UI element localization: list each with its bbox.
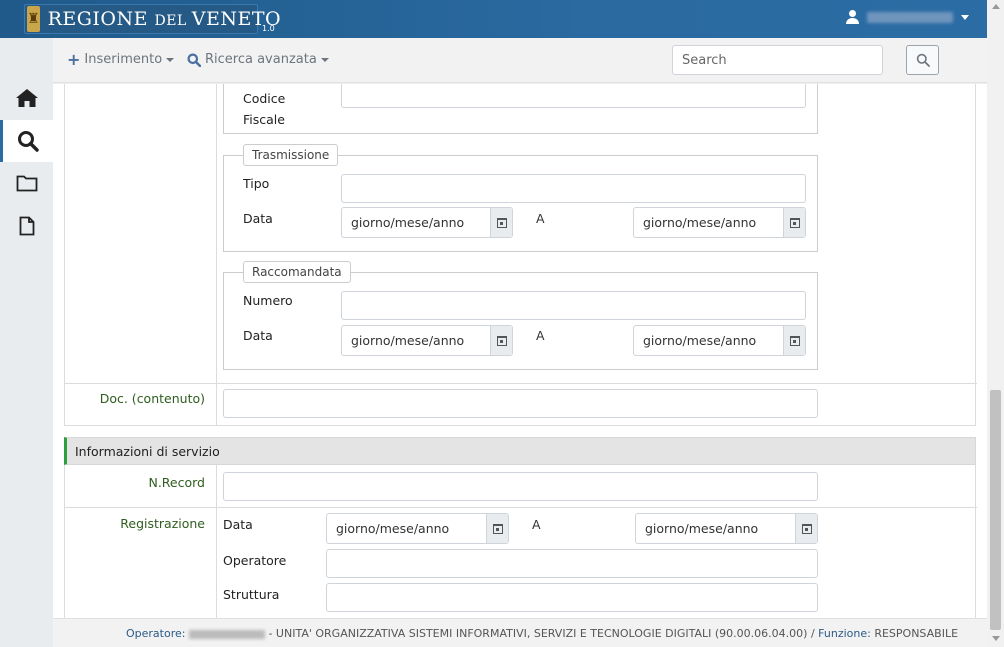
main-content: Codice Fiscale Trasmissione Tipo Data gi… — [53, 84, 987, 618]
user-icon — [846, 10, 859, 24]
scrollbar-thumb[interactable] — [990, 390, 1001, 630]
trasmissione-legend: Trasmissione — [243, 144, 339, 166]
sidebar — [0, 38, 53, 647]
search-form-panel: Codice Fiscale Trasmissione Tipo Data gi… — [64, 84, 977, 426]
search-icon — [187, 53, 201, 67]
brand-logo[interactable]: ♜ REGIONE DEL VENETO — [24, 4, 281, 34]
calendar-button[interactable] — [486, 514, 508, 543]
tipo-label: Tipo — [243, 176, 270, 191]
folder-icon — [16, 175, 37, 192]
footer-operatore-redacted — [188, 629, 265, 639]
registrazione-date-to[interactable]: giorno/mese/anno — [635, 513, 818, 544]
registrazione-data-label: Data — [223, 517, 253, 532]
scroll-down-arrow-icon[interactable] — [992, 636, 1000, 641]
footer-operatore-key: Operatore: — [126, 627, 186, 640]
trasmissione-date-from[interactable]: giorno/mese/anno — [341, 207, 513, 238]
calendar-button[interactable] — [490, 326, 512, 355]
struttura-label: Struttura — [223, 587, 280, 602]
advanced-search-dropdown[interactable]: Ricerca avanzata — [187, 52, 329, 67]
calendar-icon — [496, 217, 507, 228]
scroll-up-arrow-icon[interactable] — [992, 4, 1000, 9]
data-label: Data — [243, 328, 273, 343]
chevron-down-icon — [166, 57, 175, 62]
calendar-icon — [789, 217, 800, 228]
codice-fiscale-group: Codice Fiscale — [223, 84, 818, 134]
codice-fiscale-label-2: Fiscale — [243, 112, 285, 127]
operatore-input[interactable] — [326, 549, 818, 578]
to-label: A — [536, 328, 545, 343]
calendar-icon — [789, 335, 800, 346]
struttura-input[interactable] — [326, 583, 818, 612]
nrecord-input[interactable] — [223, 472, 818, 501]
codice-fiscale-label: Codice — [243, 91, 286, 106]
calendar-button[interactable] — [490, 208, 512, 237]
trasmissione-group: Trasmissione Tipo Data giorno/mese/anno … — [223, 144, 818, 252]
raccomandata-legend: Raccomandata — [243, 261, 351, 283]
registrazione-label: Registrazione — [120, 516, 205, 531]
page-scrollbar[interactable] — [987, 0, 1004, 647]
to-label: A — [536, 211, 545, 226]
calendar-icon — [496, 335, 507, 346]
calendar-button[interactable] — [783, 326, 805, 355]
toolbar: + Inserimento Ricerca avanzata — [53, 38, 987, 83]
crest-icon: ♜ — [27, 6, 40, 32]
chevron-down-icon — [961, 14, 969, 20]
to-label: A — [532, 517, 541, 532]
calendar-button[interactable] — [783, 208, 805, 237]
search-input[interactable] — [672, 45, 883, 75]
numero-input[interactable] — [341, 291, 806, 320]
raccomandata-date-from[interactable]: giorno/mese/anno — [341, 325, 513, 356]
operatore-label: Operatore — [223, 553, 287, 568]
numero-label: Numero — [243, 293, 293, 308]
status-footer: Operatore: - UNITA' ORGANIZZATIVA SISTEM… — [53, 618, 987, 647]
service-info-header: Informazioni di servizio — [64, 437, 976, 465]
sidebar-item-folder[interactable] — [0, 162, 53, 204]
doc-contenuto-label: Doc. (contenuto) — [99, 391, 205, 406]
doc-contenuto-input[interactable] — [223, 389, 818, 418]
footer-unit-text: - UNITA' ORGANIZZATIVA SISTEMI INFORMATI… — [264, 627, 819, 640]
codice-fiscale-input[interactable] — [341, 84, 806, 108]
search-icon — [916, 53, 930, 67]
chevron-down-icon — [320, 57, 329, 62]
registrazione-date-from[interactable]: giorno/mese/anno — [326, 513, 509, 544]
service-info-panel: N.Record Registrazione Data giorno/mese/… — [64, 465, 977, 618]
plus-icon: + — [67, 49, 81, 69]
brand-title: REGIONE DEL VENETO — [47, 8, 282, 30]
data-label: Data — [243, 211, 273, 226]
sidebar-item-document[interactable] — [0, 205, 53, 247]
raccomandata-group: Raccomandata Numero Data giorno/mese/ann… — [223, 261, 818, 370]
search-button[interactable] — [906, 45, 939, 75]
app-header: ♜ REGIONE DEL VENETO 1.0 — [0, 0, 987, 38]
tipo-input[interactable] — [341, 174, 806, 203]
footer-funzione-key: Funzione: — [818, 627, 871, 640]
trasmissione-date-to[interactable]: giorno/mese/anno — [633, 207, 806, 238]
calendar-button[interactable] — [795, 514, 817, 543]
nrecord-label: N.Record — [148, 475, 205, 490]
user-name-redacted — [867, 11, 953, 23]
sidebar-item-home[interactable] — [0, 77, 53, 119]
app-version: 1.0 — [262, 24, 275, 33]
sidebar-item-search[interactable] — [0, 120, 53, 162]
footer-funzione-value: RESPONSABILE — [870, 627, 959, 640]
calendar-icon — [492, 523, 503, 534]
home-icon — [15, 89, 38, 107]
user-menu[interactable] — [846, 10, 969, 24]
document-icon — [19, 216, 34, 236]
calendar-icon — [801, 523, 812, 534]
search-icon — [18, 131, 39, 152]
insert-dropdown[interactable]: + Inserimento — [67, 49, 175, 69]
raccomandata-date-to[interactable]: giorno/mese/anno — [633, 325, 806, 356]
